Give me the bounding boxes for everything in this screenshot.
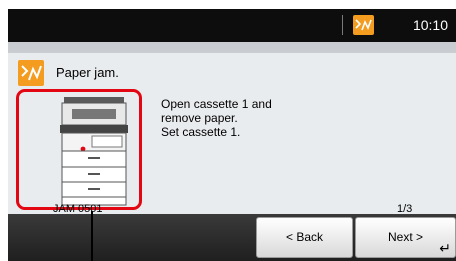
jam-location-highlight (16, 89, 142, 210)
enter-icon: ↵ (439, 240, 451, 256)
message-area: Paper jam. JAM 0501 Open cassette 1 and … (8, 53, 456, 215)
header-band (8, 42, 456, 53)
instruction-line: remove paper. (161, 111, 238, 125)
status-bar: 10:10 (8, 9, 456, 42)
instruction-line: Set cassette 1. (161, 125, 241, 139)
back-button-label: < Back (285, 230, 324, 244)
paper-jam-icon[interactable] (353, 15, 374, 35)
paper-jam-icon (18, 60, 44, 86)
status-divider (342, 15, 343, 35)
instruction-text: Open cassette 1 and remove paper. Set ca… (161, 97, 272, 139)
message-title: Paper jam. (56, 65, 119, 80)
clock: 10:10 (412, 17, 448, 33)
callout-line (91, 211, 93, 261)
operation-panel-screen: 10:10 Paper jam. JAM 0501 Open cassette … (0, 0, 456, 261)
bottom-bar: < Back Next > ↵ (8, 214, 456, 261)
next-button-label: Next > (387, 230, 423, 244)
back-button[interactable]: < Back (256, 217, 353, 258)
next-button[interactable]: Next > ↵ (355, 217, 456, 258)
instruction-line: Open cassette 1 and (161, 97, 272, 111)
